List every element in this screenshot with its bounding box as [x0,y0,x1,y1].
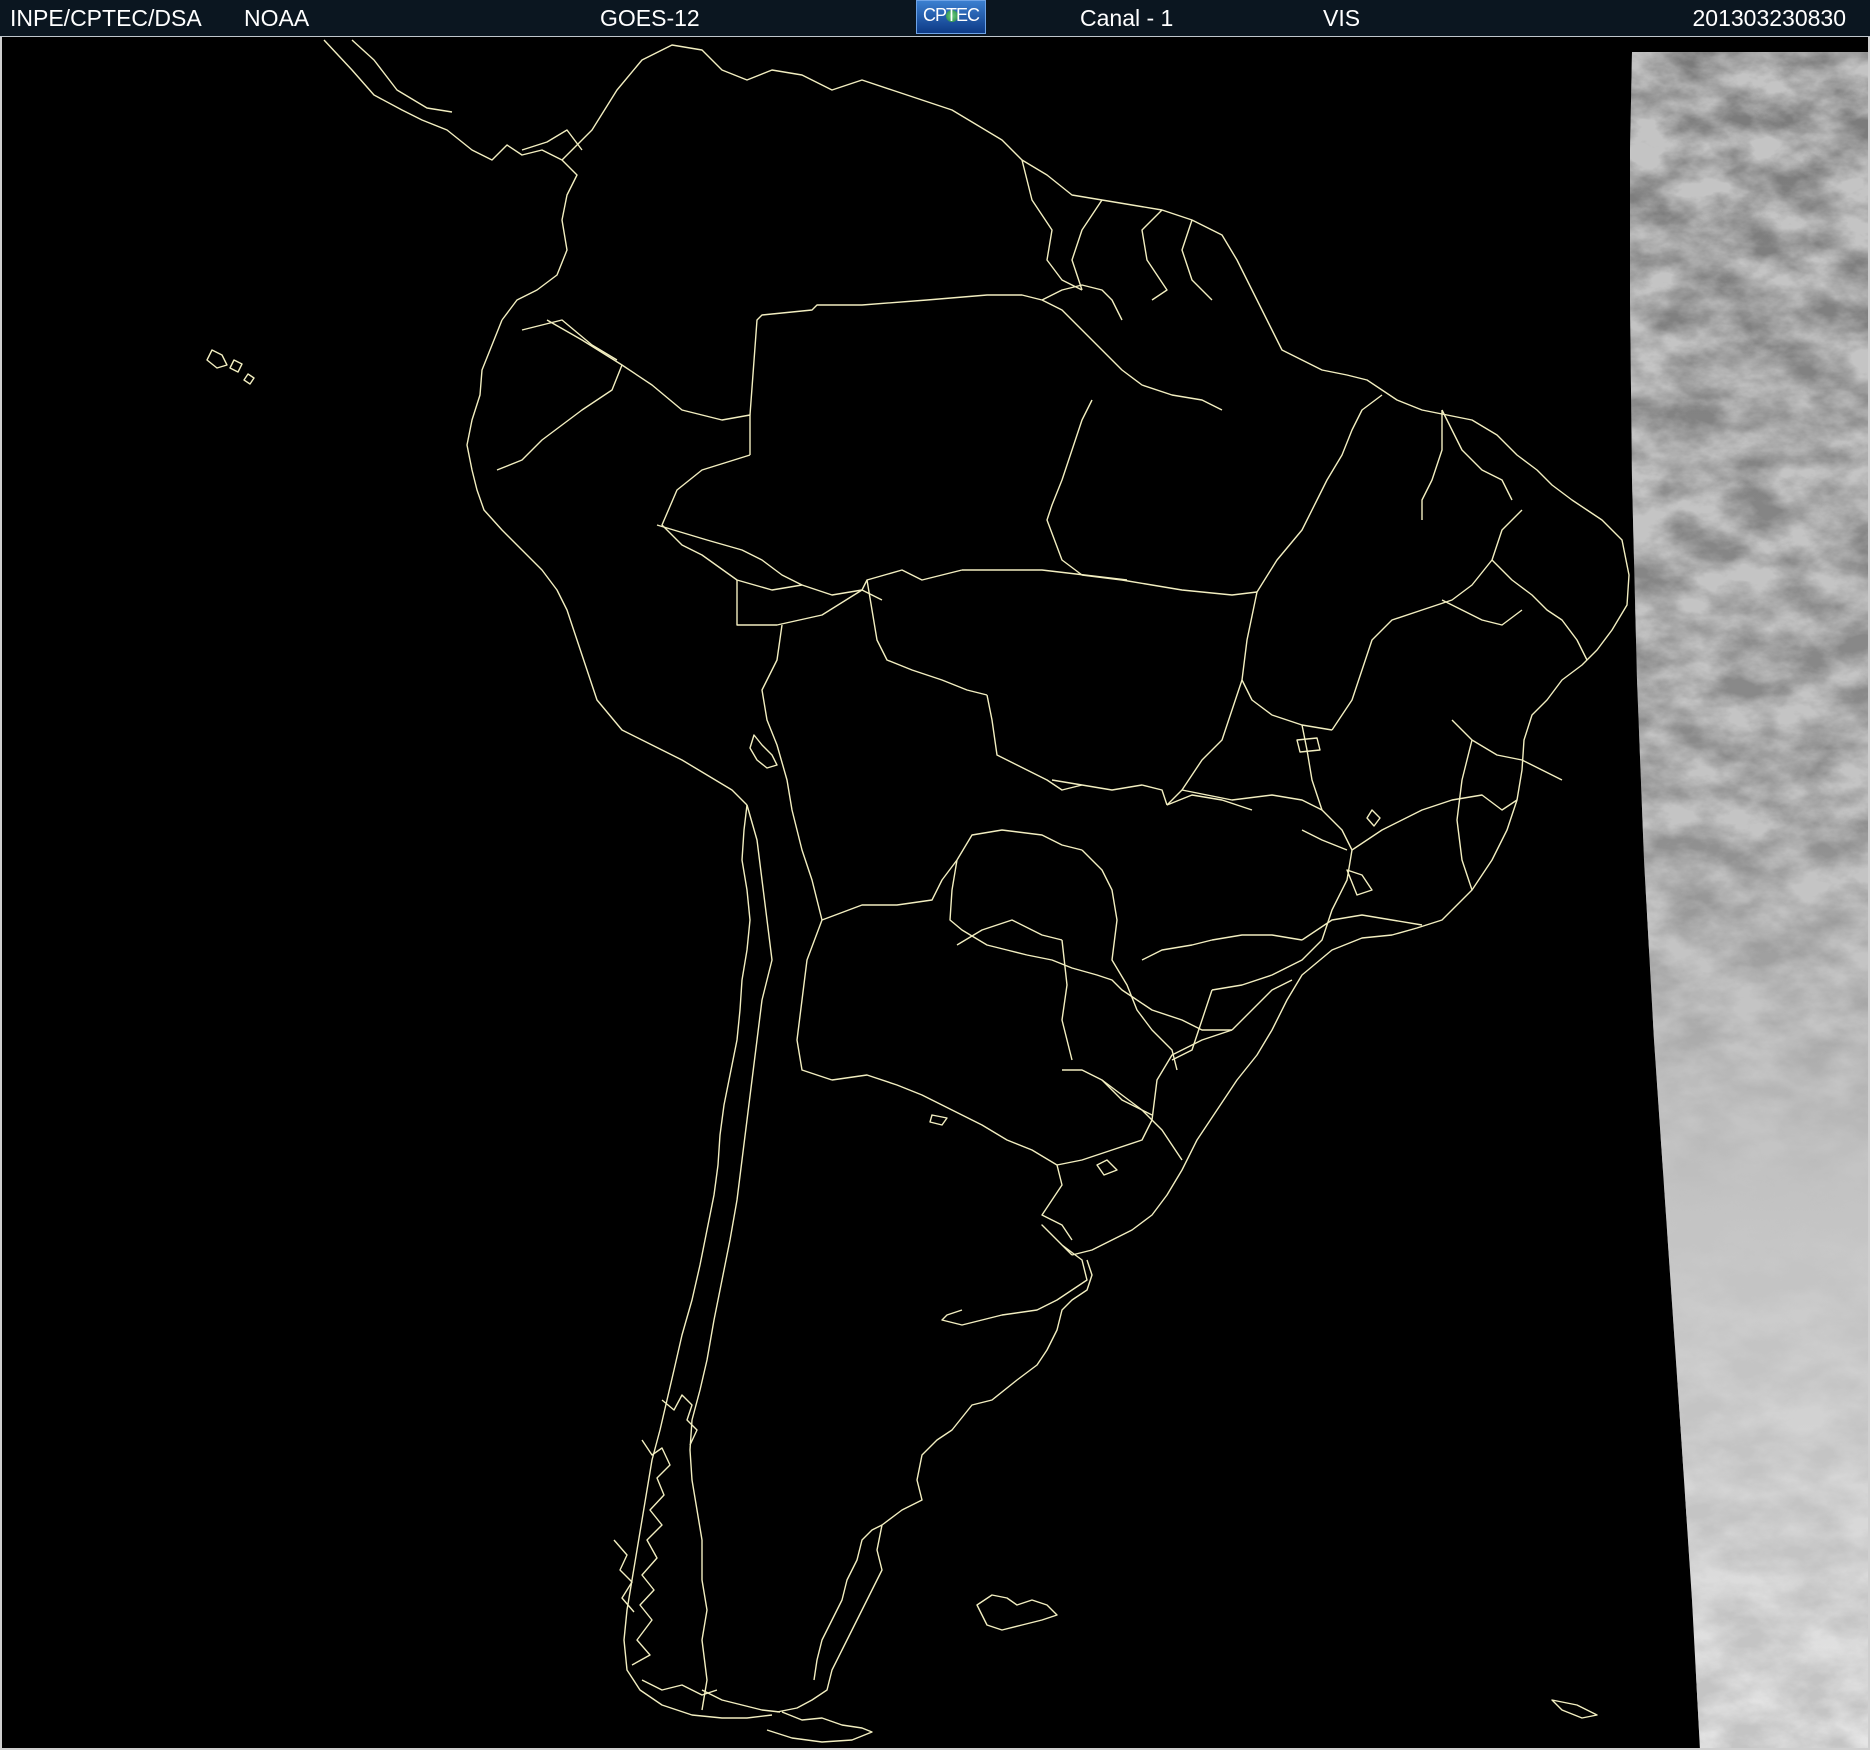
satellite-map [0,37,1870,1750]
satellite-label: GOES-12 [600,5,700,31]
timestamp-label: 201303230830 [1692,5,1847,31]
channel-label: Canal - 1 [1080,5,1174,31]
image-header: INPE/CPTEC/DSA NOAA GOES-12 CPTEC Canal … [0,0,1870,37]
cptec-logo: CPTEC [916,0,986,34]
logo-text: CPTEC [922,5,980,25]
cloud-strip [1630,52,1868,1748]
agency-label: NOAA [244,5,310,31]
band-label: VIS [1323,5,1361,31]
map-svg [206,39,1868,1748]
organization-label: INPE/CPTEC/DSA [10,5,202,31]
coastlines-and-borders [206,39,1630,1743]
